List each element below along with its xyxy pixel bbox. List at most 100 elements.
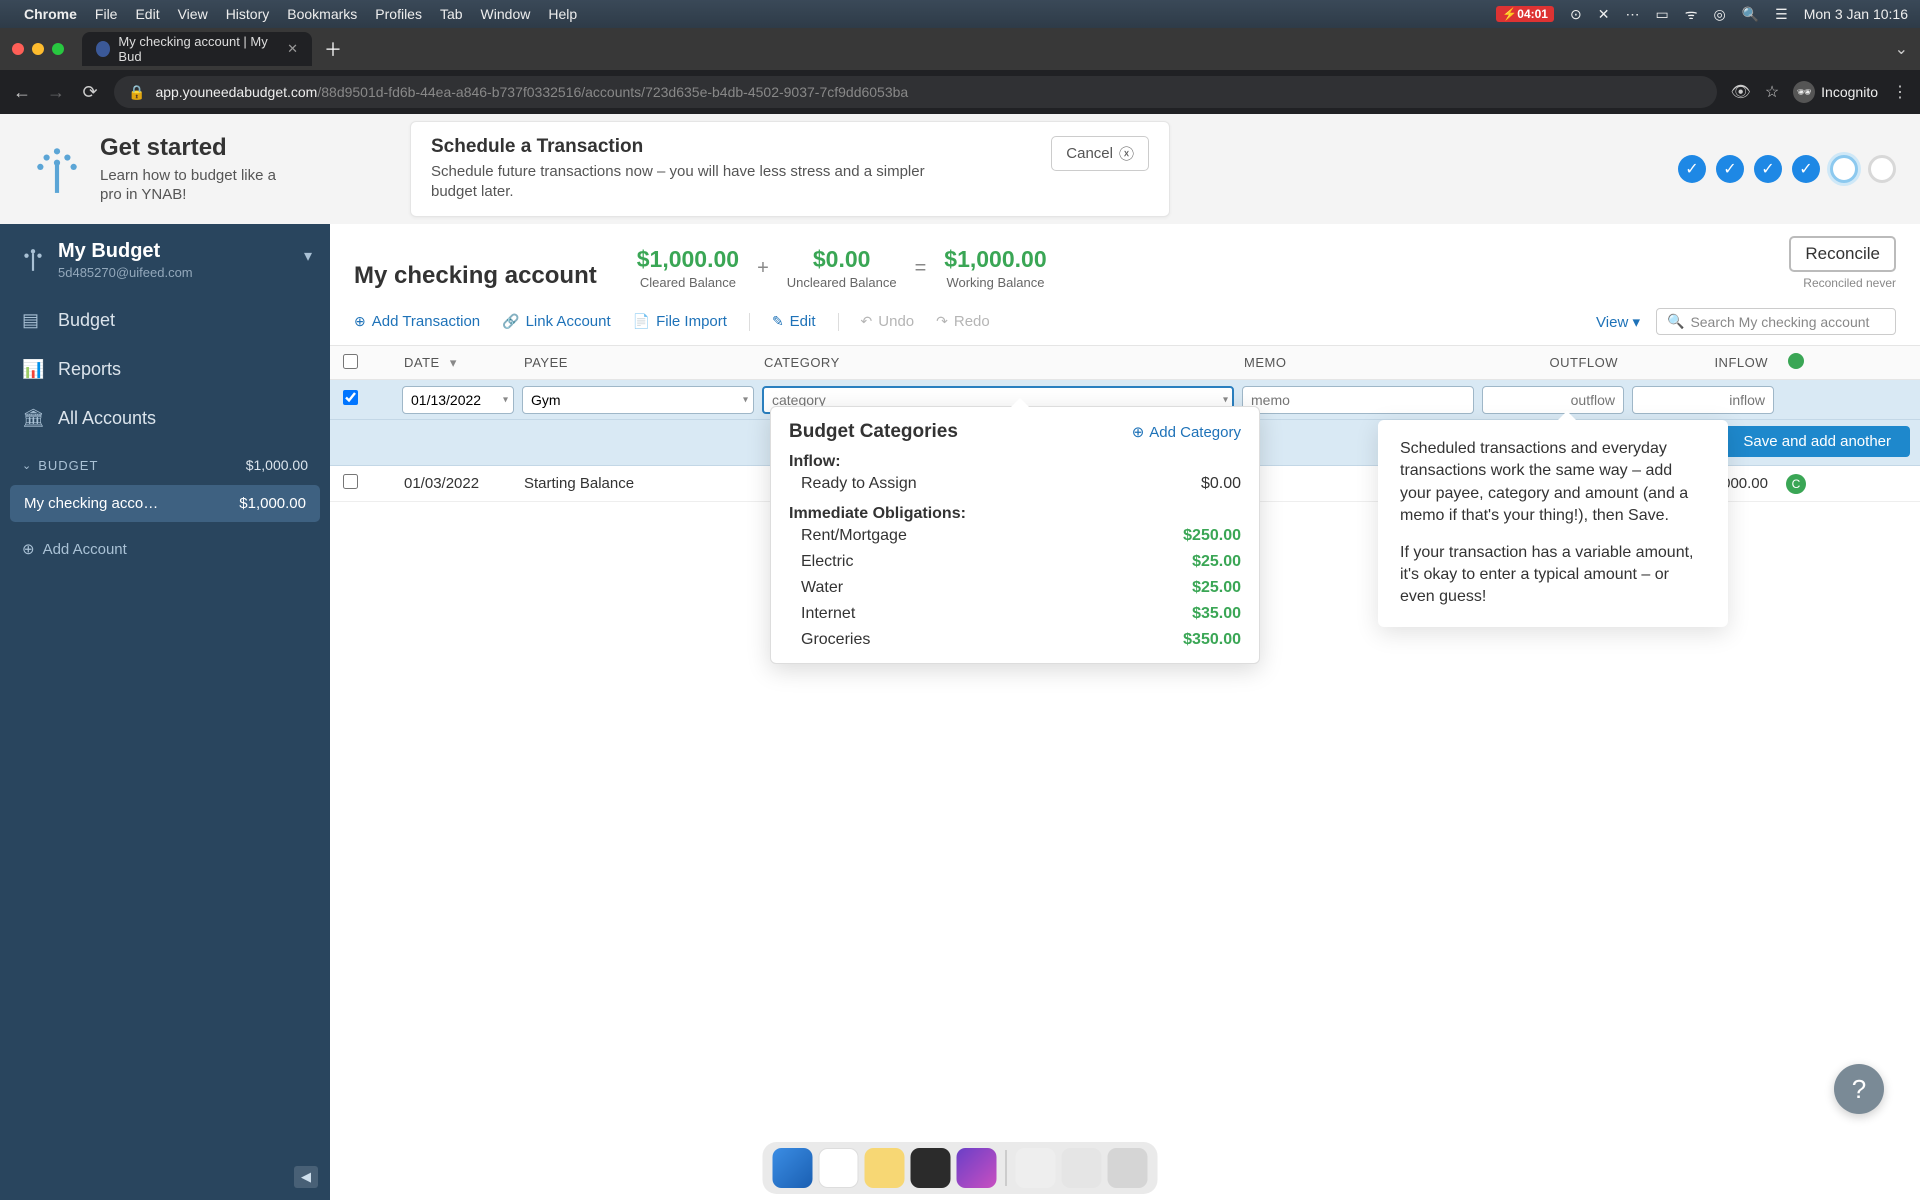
menu-history[interactable]: History	[226, 6, 270, 22]
cleared-icon[interactable]: C	[1786, 474, 1806, 494]
step-done[interactable]: ✓	[1754, 155, 1782, 183]
url-bar[interactable]: 🔒 app.youneedabudget.com/88d9501d-fd6b-4…	[114, 76, 1717, 108]
add-account-button[interactable]: ⊕Add Account	[0, 526, 330, 572]
window-controls[interactable]	[12, 43, 64, 55]
dock-finder[interactable]	[773, 1148, 813, 1188]
col-payee[interactable]: PAYEE	[518, 355, 758, 370]
step-pending[interactable]	[1868, 155, 1896, 183]
status-icon[interactable]: ⋯	[1625, 6, 1639, 23]
battery-icon[interactable]: ▭	[1655, 6, 1668, 23]
menu-window[interactable]: Window	[481, 6, 531, 22]
view-dropdown[interactable]: View ▾	[1596, 313, 1640, 331]
collapse-sidebar-button[interactable]: ◀	[294, 1166, 318, 1188]
status-icon[interactable]: ✕	[1598, 6, 1610, 23]
date-input[interactable]	[402, 386, 514, 414]
chart-icon: 📊	[22, 359, 44, 380]
col-outflow[interactable]: OUTFLOW	[1478, 355, 1628, 370]
sidebar-section-budget[interactable]: ⌄ BUDGET $1,000.00	[0, 443, 330, 481]
col-inflow[interactable]: INFLOW	[1628, 355, 1778, 370]
outflow-input[interactable]	[1482, 386, 1624, 414]
incognito-indicator[interactable]: 🕶Incognito	[1793, 81, 1878, 103]
category-item[interactable]: Internet$35.00	[789, 601, 1241, 627]
sidebar-item-reports[interactable]: 📊Reports	[0, 345, 330, 394]
minimize-window[interactable]	[32, 43, 44, 55]
row-checkbox[interactable]	[343, 390, 358, 405]
step-done[interactable]: ✓	[1678, 155, 1706, 183]
bookmark-star-icon[interactable]: ☆	[1765, 82, 1779, 102]
dock-terminal[interactable]	[911, 1148, 951, 1188]
close-window[interactable]	[12, 43, 24, 55]
edit-button[interactable]: ✎Edit	[772, 313, 816, 330]
ynab-logo-icon	[24, 143, 90, 195]
menu-bookmarks[interactable]: Bookmarks	[287, 6, 357, 22]
grid-header: DATE ▾ PAYEE CATEGORY MEMO OUTFLOW INFLO…	[330, 346, 1920, 380]
category-item[interactable]: Water$25.00	[789, 575, 1241, 601]
menubar-clock[interactable]: Mon 3 Jan 10:16	[1804, 6, 1908, 22]
siri-icon[interactable]: ☰	[1775, 6, 1788, 23]
maximize-window[interactable]	[52, 43, 64, 55]
browser-tab[interactable]: My checking account | My Bud ✕	[82, 32, 312, 66]
sort-desc-icon: ▾	[450, 355, 457, 370]
menubar-app[interactable]: Chrome	[24, 6, 77, 22]
wifi-icon[interactable]: ᯤ	[1685, 5, 1698, 24]
link-account-button[interactable]: 🔗Link Account	[502, 313, 611, 330]
reload-button[interactable]: ⟳	[80, 82, 100, 103]
menu-profiles[interactable]: Profiles	[375, 6, 422, 22]
help-button[interactable]: ?	[1834, 1064, 1884, 1114]
col-memo[interactable]: MEMO	[1238, 355, 1478, 370]
sidebar-item-all-accounts[interactable]: 🏛All Accounts	[0, 394, 330, 443]
memo-input[interactable]	[1242, 386, 1474, 414]
category-popover-title: Budget Categories	[789, 421, 958, 443]
add-transaction-button[interactable]: ⊕Add Transaction	[354, 313, 480, 330]
category-item[interactable]: Electric$25.00	[789, 549, 1241, 575]
col-category[interactable]: CATEGORY	[758, 355, 1238, 370]
dock-app[interactable]	[957, 1148, 997, 1188]
schedule-cancel-button[interactable]: Cancel ⓧ	[1051, 136, 1149, 171]
sidebar-item-budget[interactable]: ▤Budget	[0, 296, 330, 345]
inflow-input[interactable]	[1632, 386, 1774, 414]
dock-downloads[interactable]	[1062, 1148, 1102, 1188]
dock-trash[interactable]	[1108, 1148, 1148, 1188]
category-item[interactable]: Rent/Mortgage$250.00	[789, 523, 1241, 549]
category-item[interactable]: Groceries$350.00	[789, 627, 1241, 653]
step-done[interactable]: ✓	[1716, 155, 1744, 183]
control-center-icon[interactable]: ◎	[1713, 6, 1725, 23]
browser-menu-icon[interactable]: ⋮	[1892, 82, 1908, 102]
search-input[interactable]: 🔍Search My checking account	[1656, 308, 1896, 335]
dock-chrome[interactable]	[819, 1148, 859, 1188]
tab-favicon	[96, 41, 110, 57]
step-current[interactable]	[1830, 155, 1858, 183]
close-tab-icon[interactable]: ✕	[287, 41, 298, 57]
step-done[interactable]: ✓	[1792, 155, 1820, 183]
chevron-down-icon: ▾	[503, 394, 508, 405]
new-tab-button[interactable]: ＋	[324, 36, 342, 62]
account-title: My checking account	[354, 262, 597, 290]
category-item[interactable]: Ready to Assign$0.00	[789, 471, 1241, 497]
sidebar-account-checking[interactable]: My checking acco… $1,000.00	[10, 485, 320, 522]
status-icon[interactable]: ⊙	[1570, 6, 1582, 23]
tabs-menu-icon[interactable]: ⌄	[1895, 39, 1908, 59]
menu-view[interactable]: View	[178, 6, 208, 22]
add-category-button[interactable]: ⊕Add Category	[1132, 423, 1241, 441]
back-button[interactable]: ←	[12, 82, 32, 103]
spotlight-icon[interactable]: 🔍	[1742, 6, 1759, 23]
dock-notes[interactable]	[865, 1148, 905, 1188]
row-checkbox[interactable]	[343, 474, 358, 489]
budget-switcher[interactable]: My Budget 5d485270@uifeed.com ▾	[0, 224, 330, 296]
help-tip-popover: Scheduled transactions and everyday tran…	[1378, 420, 1728, 627]
reconcile-button[interactable]: Reconcile	[1789, 236, 1896, 272]
dock-doc[interactable]	[1016, 1148, 1056, 1188]
menu-file[interactable]: File	[95, 6, 118, 22]
save-and-add-button[interactable]: Save and add another	[1724, 426, 1910, 457]
col-date[interactable]: DATE ▾	[398, 355, 518, 371]
file-import-button[interactable]: 📄File Import	[633, 313, 727, 330]
menu-tab[interactable]: Tab	[440, 6, 463, 22]
menu-help[interactable]: Help	[548, 6, 577, 22]
payee-input[interactable]	[522, 386, 754, 414]
eye-off-icon[interactable]: 👁	[1731, 82, 1751, 102]
battery-indicator[interactable]: ⚡04:01	[1496, 6, 1554, 22]
plus-circle-icon: ⊕	[354, 313, 366, 330]
menu-edit[interactable]: Edit	[135, 6, 159, 22]
cleared-header-icon[interactable]	[1788, 353, 1804, 369]
select-all-checkbox[interactable]	[343, 354, 358, 369]
